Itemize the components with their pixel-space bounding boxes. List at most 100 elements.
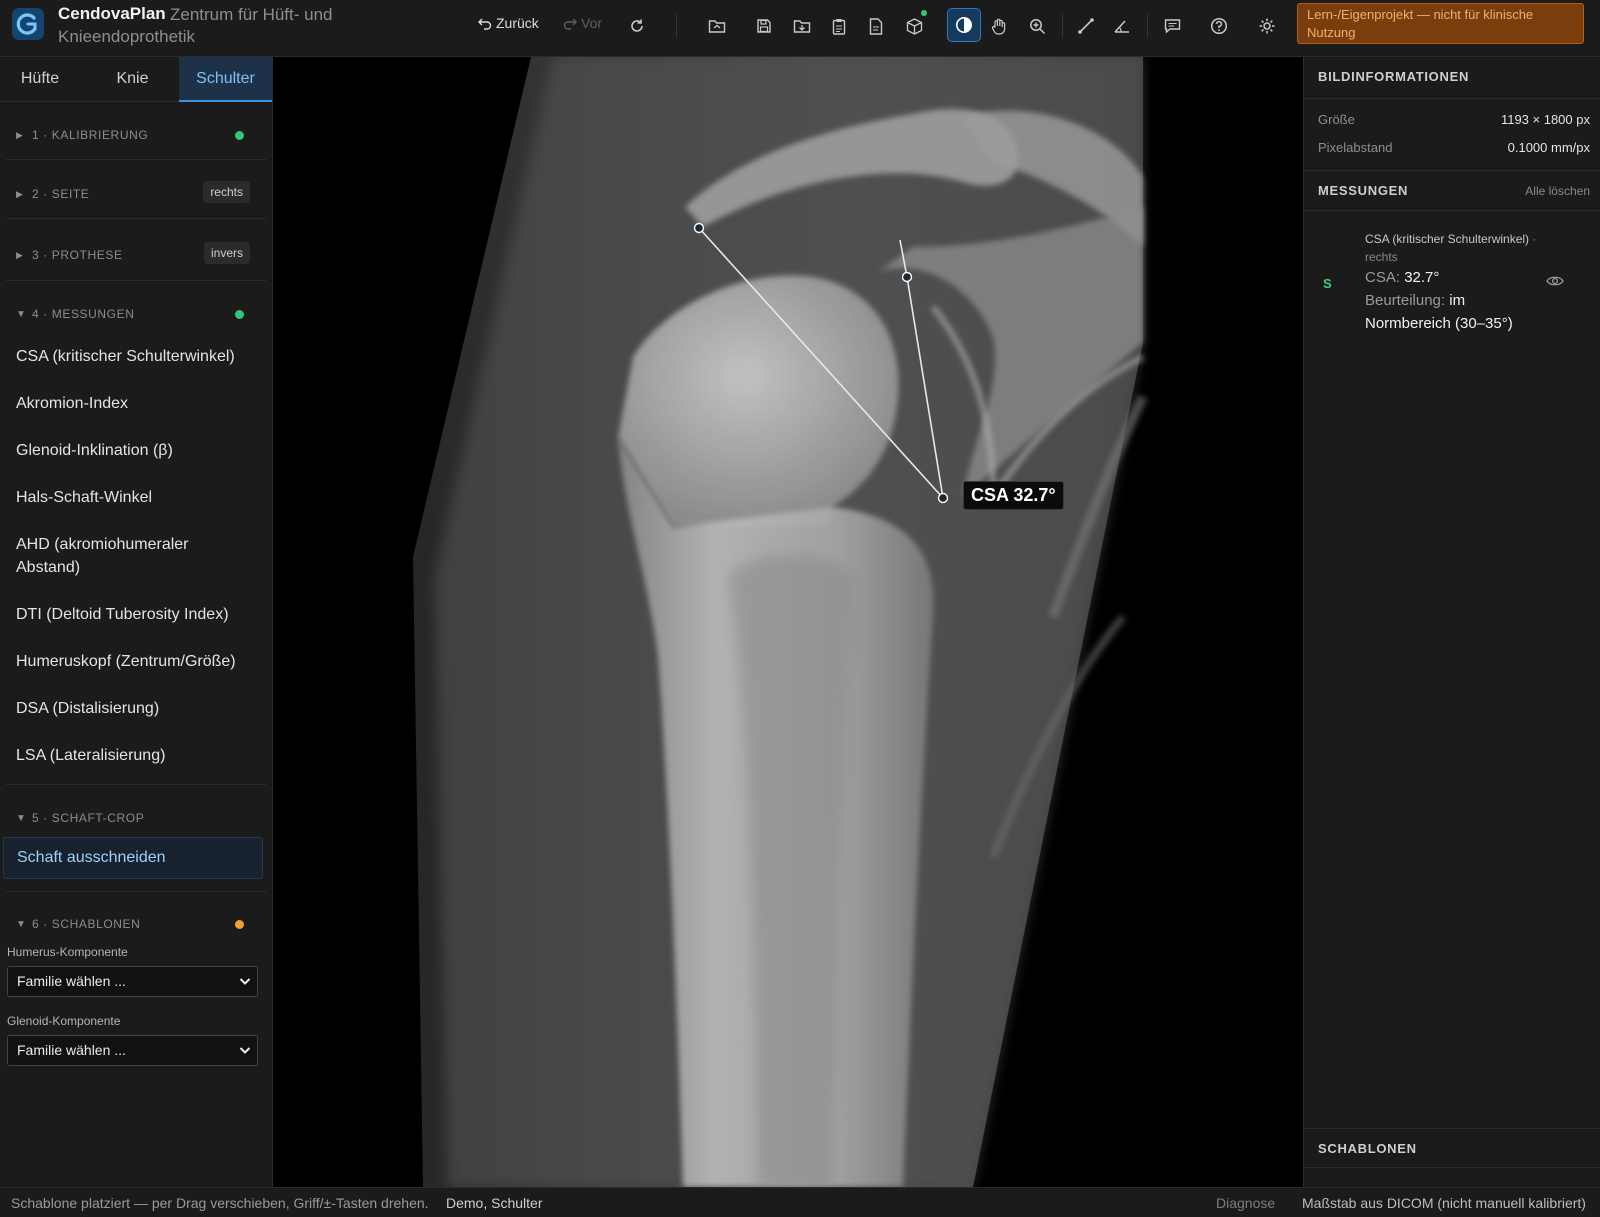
divider: [6, 784, 266, 785]
expanded-arrow-icon: ▼: [16, 812, 27, 824]
toolbar-divider: [1147, 14, 1148, 38]
diagnosis-link[interactable]: Diagnose: [1216, 1195, 1275, 1211]
csa-angle-label: CSA 32.7°: [963, 481, 1064, 510]
redo-label: Vor: [581, 15, 603, 31]
humerus-component-select[interactable]: Familie wählen ...: [7, 966, 258, 997]
measurement-handle[interactable]: [693, 222, 705, 234]
measurement-card[interactable]: CSA (kritischer Schulterwinkel) · rechts…: [1365, 230, 1555, 335]
tab-schulter[interactable]: Schulter: [179, 57, 272, 102]
xray-viewer[interactable]: CSA 32.7°: [273, 57, 1303, 1187]
sync-status-dot: [921, 10, 927, 16]
divider: [1304, 210, 1600, 211]
section-schablonen[interactable]: ▼ 6 · SCHABLONEN: [16, 914, 256, 934]
settings-icon[interactable]: [1252, 11, 1282, 41]
prosthesis-badge: invers: [203, 242, 250, 264]
clipboard-icon[interactable]: [824, 11, 854, 41]
app-logo: [12, 8, 44, 40]
measurement-dti[interactable]: DTI (Deltoid Tuberosity Index): [16, 603, 256, 626]
divider: [1304, 98, 1600, 99]
tab-knie[interactable]: Knie: [87, 57, 178, 102]
section-prothese[interactable]: ▶ 3 · PROTHESE invers: [16, 242, 256, 265]
section-title: 4 · MESSUNGEN: [32, 307, 135, 321]
measurement-assessment-row: Beurteilung: im Normbereich (30–35°): [1365, 289, 1555, 335]
divider: [1304, 1167, 1600, 1168]
pan-hand-icon[interactable]: [984, 11, 1014, 41]
contrast-icon[interactable]: [947, 8, 981, 42]
undo-label: Zurück: [496, 15, 539, 31]
joint-tabs: Hüfte Knie Schulter: [0, 57, 272, 102]
measurement-value-row: CSA: 32.7°: [1365, 266, 1555, 289]
chevron-down-icon: [239, 1047, 251, 1054]
undo-icon: [478, 18, 492, 30]
status-bar: Schablone platziert — per Drag verschieb…: [0, 1187, 1600, 1217]
measurement-glenoid-inklination[interactable]: Glenoid-Inklination (β): [16, 439, 256, 462]
image-size-key: Größe: [1318, 112, 1355, 127]
measurement-card-title: CSA (kritischer Schulterwinkel) · rechts: [1365, 230, 1555, 266]
measurement-name: CSA (kritischer Schulterwinkel): [1365, 232, 1530, 246]
open-folder-icon[interactable]: [702, 11, 732, 41]
collapsed-arrow-icon: ▶: [16, 129, 24, 140]
status-message: Schablone platziert — per Drag verschieb…: [11, 1195, 429, 1211]
refresh-icon[interactable]: [622, 11, 652, 41]
divider: [1304, 170, 1600, 171]
humerus-component-label: Humerus-Komponente: [7, 945, 128, 959]
measurement-akromion-index[interactable]: Akromion-Index: [16, 392, 256, 415]
section-seite[interactable]: ▶ 2 · SEITE rechts: [16, 181, 256, 204]
section-kalibrierung[interactable]: ▶ 1 · KALIBRIERUNG: [16, 125, 256, 145]
clear-all-measurements-button[interactable]: Alle löschen: [1525, 184, 1590, 198]
line-measure-icon[interactable]: [1071, 11, 1101, 41]
crop-shaft-button[interactable]: Schaft ausschneiden: [3, 837, 263, 879]
divider: [6, 891, 266, 892]
pixel-spacing-key: Pixelabstand: [1318, 140, 1393, 155]
measurements-title: MESSUNGEN: [1318, 183, 1409, 198]
side-indicator-badge: S: [1323, 276, 1332, 291]
status-dot-green: [235, 131, 244, 140]
section-messungen[interactable]: ▼ 4 · MESSUNGEN: [16, 304, 256, 324]
measurement-dsa[interactable]: DSA (Distalisierung): [16, 697, 256, 720]
tab-huefte[interactable]: Hüfte: [0, 57, 80, 102]
save-icon[interactable]: [749, 11, 779, 41]
redo-icon: [563, 18, 577, 30]
comment-icon[interactable]: [1157, 11, 1187, 41]
toolbar-divider: [676, 14, 677, 38]
shoulder-xray-image: [413, 57, 1148, 1187]
report-icon[interactable]: [861, 11, 891, 41]
measurement-ahd[interactable]: AHD (akromiohumeraler Abstand): [16, 533, 216, 579]
section-schaft-crop[interactable]: ▼ 5 · SCHAFT-CROP: [16, 808, 256, 828]
section-title: 2 · SEITE: [32, 187, 90, 201]
case-name: Demo, Schulter: [446, 1195, 543, 1211]
image-info-title: BILDINFORMATIONEN: [1318, 69, 1470, 84]
image-size-value: 1193 × 1800 px: [1500, 112, 1590, 127]
angle-measure-icon[interactable]: [1107, 11, 1137, 41]
glenoid-component-value: Familie wählen ...: [17, 1042, 126, 1058]
visibility-eye-icon[interactable]: [1546, 274, 1564, 292]
glenoid-component-label: Glenoid-Komponente: [7, 1014, 121, 1028]
non-clinical-warning-banner: Lern-/Eigenprojekt — nicht für klinische…: [1297, 3, 1584, 44]
measurement-humeruskopf[interactable]: Humeruskopf (Zentrum/Größe): [16, 650, 256, 673]
measurement-handle[interactable]: [901, 271, 913, 283]
scale-source-info: Maßstab aus DICOM (nicht manuell kalibri…: [1302, 1195, 1586, 1211]
status-dot-orange: [235, 920, 244, 929]
humerus-component-value: Familie wählen ...: [17, 973, 126, 989]
section-title: 1 · KALIBRIERUNG: [32, 128, 149, 142]
expanded-arrow-icon: ▼: [16, 308, 27, 320]
help-icon[interactable]: [1204, 11, 1234, 41]
section-title: 5 · SCHAFT-CROP: [32, 811, 145, 825]
glenoid-component-select[interactable]: Familie wählen ...: [7, 1035, 258, 1066]
load-icon[interactable]: [787, 11, 817, 41]
measurement-lsa[interactable]: LSA (Lateralisierung): [16, 744, 256, 767]
assessment-key: Beurteilung:: [1365, 292, 1446, 309]
measurement-handle[interactable]: [937, 492, 949, 504]
measurement-hals-schaft-winkel[interactable]: Hals-Schaft-Winkel: [16, 486, 256, 509]
zoom-icon[interactable]: [1022, 11, 1052, 41]
collapsed-arrow-icon: ▶: [16, 249, 24, 260]
measurement-csa[interactable]: CSA (kritischer Schulterwinkel): [16, 345, 256, 368]
divider: [6, 218, 266, 219]
redo-button[interactable]: Vor: [563, 15, 602, 31]
divider: [1304, 1128, 1600, 1129]
undo-button[interactable]: Zurück: [478, 15, 539, 31]
chevron-down-icon: [239, 978, 251, 985]
measurement-value: 32.7°: [1404, 269, 1440, 286]
divider: [6, 280, 266, 281]
app-name: CendovaPlan: [58, 4, 166, 23]
